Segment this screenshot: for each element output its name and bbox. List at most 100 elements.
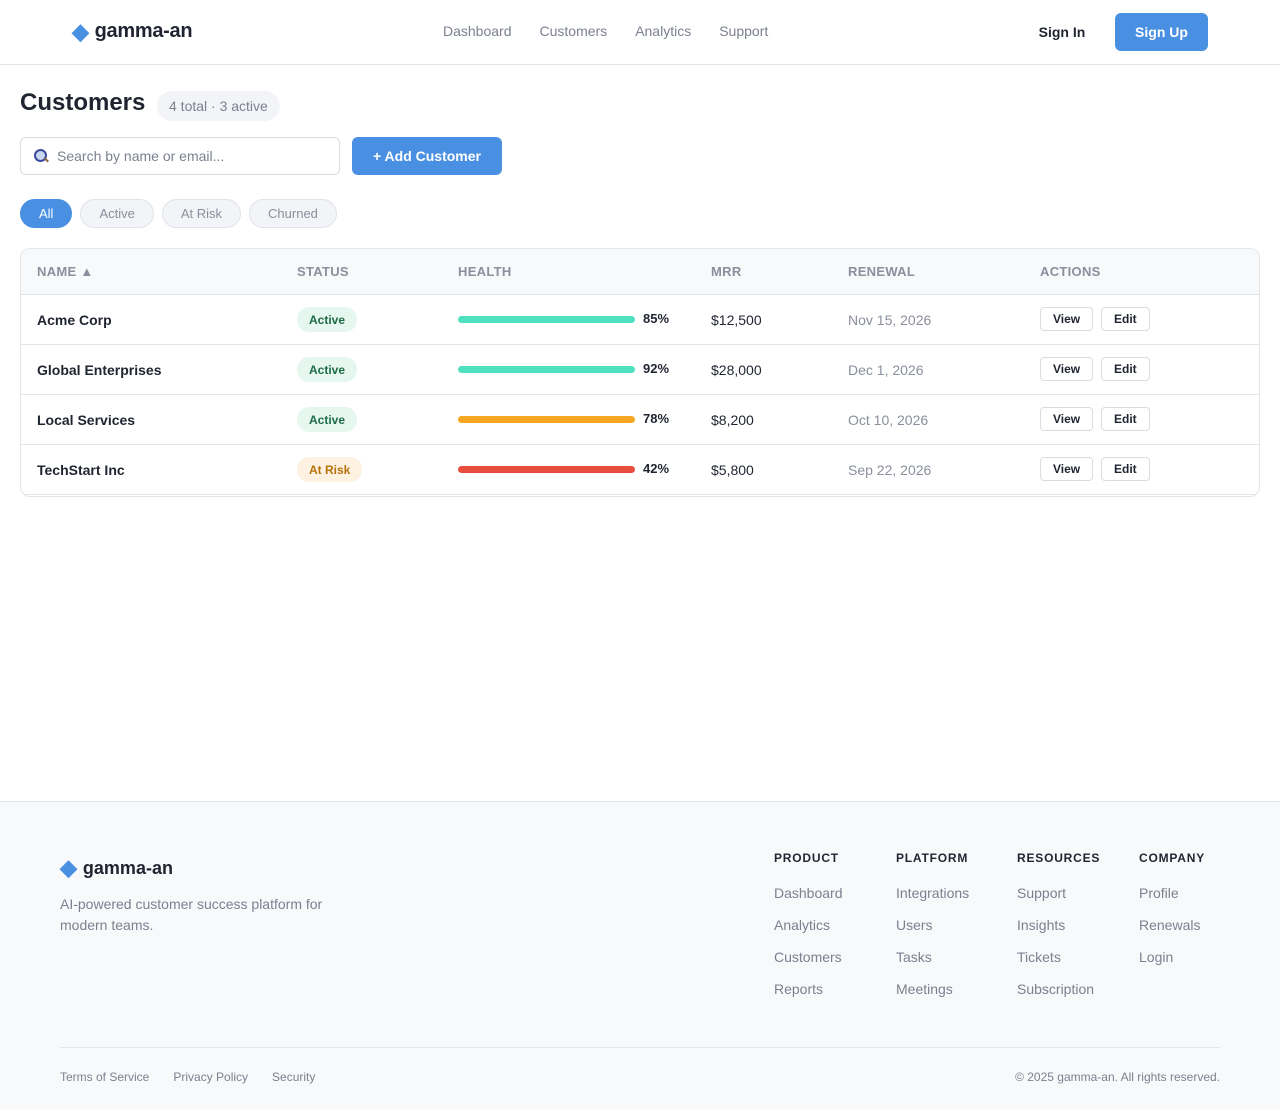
nav-item-support[interactable]: Support [719,23,768,39]
health-bar [458,466,635,473]
renewal-date: Nov 15, 2026 [848,312,932,328]
footer-column-title: PLATFORM [896,851,969,865]
table-header: NAME ▲ STATUS HEALTH MRR RENEWAL ACTIONS [21,249,1259,295]
health-percent: 85% [643,311,670,326]
footer-link[interactable]: Login [1139,949,1205,967]
footer-column-resources: RESOURCES Support Insights Tickets Subsc… [1017,851,1100,1013]
column-header-health[interactable]: HEALTH [458,264,512,279]
footer-divider [60,1047,1220,1048]
footer-link[interactable]: Analytics [774,917,843,935]
footer-link[interactable]: Subscription [1017,981,1100,999]
table-row: Local Services Active 78% $8,200 Oct 10,… [21,395,1259,445]
column-header-mrr[interactable]: MRR [711,264,742,279]
footer-column-title: COMPANY [1139,851,1206,865]
nav-item-analytics[interactable]: Analytics [635,23,691,39]
footer-link[interactable]: Users [896,917,969,935]
page-footer: ◆ gamma-an AI-powered customer success p… [0,801,1280,1110]
renewal-date: Sep 22, 2026 [848,462,932,478]
filter-at-risk[interactable]: At Risk [161,199,242,228]
filter-active[interactable]: Active [80,199,154,228]
table-row: Global Enterprises Active 92% $28,000 De… [21,345,1259,395]
edit-button[interactable]: Edit [1101,457,1150,481]
mrr-value: $12,500 [711,312,762,328]
view-button[interactable]: View [1040,407,1094,431]
privacy-link[interactable]: Privacy Policy [173,1070,248,1084]
customers-table: NAME ▲ STATUS HEALTH MRR RENEWAL ACTIONS… [20,248,1260,497]
customer-name[interactable]: TechStart Inc [37,462,125,478]
health-percent: 42% [643,461,670,476]
add-customer-button[interactable]: + Add Customer [352,137,502,175]
footer-link[interactable]: Renewals [1139,917,1205,935]
footer-column-title: PRODUCT [774,851,839,865]
customer-name[interactable]: Acme Corp [37,312,112,328]
footer-link[interactable]: Meetings [896,981,969,999]
column-header-renewal[interactable]: RENEWAL [848,264,915,279]
top-navbar: ◆ gamma-an Dashboard Customers Analytics… [0,0,1280,65]
diamond-icon: ◆ [72,18,89,44]
search-icon [33,148,49,164]
mrr-value: $8,200 [711,412,754,428]
brand-name: gamma-an [94,20,193,42]
main-nav: Dashboard Customers Analytics Support [443,23,768,39]
view-button[interactable]: View [1040,457,1094,481]
footer-column-platform: PLATFORM Integrations Users Tasks Meetin… [896,851,969,1013]
footer-tagline: AI-powered customer success platform for… [60,896,323,933]
footer-link[interactable]: Insights [1017,917,1100,935]
health-percent: 78% [643,411,670,426]
renewal-date: Oct 10, 2026 [848,412,929,428]
footer-brand-name: gamma-an [82,857,173,878]
page-title: Customers [20,89,146,116]
table-row: Acme Corp Active 85% $12,500 Nov 15, 202… [21,295,1259,345]
sign-up-button[interactable]: Sign Up [1115,13,1208,51]
footer-brand[interactable]: ◆ gamma-an [60,857,173,879]
footer-link[interactable]: Integrations [896,885,969,903]
search-input[interactable] [57,148,317,164]
footer-link[interactable]: Profile [1139,885,1205,903]
footer-link[interactable]: Tickets [1017,949,1100,967]
health-bar [458,366,635,373]
status-badge: Active [297,407,358,432]
sign-in-button[interactable]: Sign In [1024,13,1100,51]
search-box [20,137,340,175]
footer-column-product: PRODUCT Dashboard Analytics Customers Re… [774,851,843,1013]
column-header-status[interactable]: STATUS [297,264,349,279]
footer-column-title: RESOURCES [1017,851,1101,865]
filter-churned[interactable]: Churned [249,199,337,228]
status-badge: Active [297,357,358,382]
health-percent: 92% [643,361,670,376]
legal-links: Terms of Service Privacy Policy Security [60,1070,315,1084]
filter-all[interactable]: All [20,199,73,228]
status-filter-group: All Active At Risk Churned [20,199,337,228]
status-badge: Active [297,307,358,332]
view-button[interactable]: View [1040,307,1094,331]
footer-link[interactable]: Dashboard [774,885,843,903]
nav-item-dashboard[interactable]: Dashboard [443,23,512,39]
health-bar [458,316,635,323]
customer-name[interactable]: Local Services [37,412,135,428]
footer-column-company: COMPANY Profile Renewals Login [1139,851,1205,981]
footer-link[interactable]: Reports [774,981,843,999]
brand-logo[interactable]: ◆ gamma-an [72,18,193,44]
health-bar [458,416,635,423]
copyright: © 2025 gamma-an. All rights reserved. [1015,1070,1220,1084]
table-row: TechStart Inc At Risk 42% $5,800 Sep 22,… [21,445,1259,495]
footer-link[interactable]: Customers [774,949,843,967]
mrr-value: $28,000 [711,362,762,378]
column-header-actions: ACTIONS [1040,264,1101,279]
column-header-name[interactable]: NAME ▲ [37,264,94,279]
renewal-date: Dec 1, 2026 [848,362,924,378]
mrr-value: $5,800 [711,462,754,478]
view-button[interactable]: View [1040,357,1094,381]
nav-item-customers[interactable]: Customers [540,23,608,39]
security-link[interactable]: Security [272,1070,315,1084]
edit-button[interactable]: Edit [1101,407,1150,431]
footer-link[interactable]: Tasks [896,949,969,967]
edit-button[interactable]: Edit [1101,357,1150,381]
footer-link[interactable]: Support [1017,885,1100,903]
customer-count-badge: 4 total · 3 active [157,91,280,121]
status-badge: At Risk [297,457,363,482]
diamond-icon: ◆ [60,855,77,880]
edit-button[interactable]: Edit [1101,307,1150,331]
customer-name[interactable]: Global Enterprises [37,362,161,378]
terms-link[interactable]: Terms of Service [60,1070,149,1084]
